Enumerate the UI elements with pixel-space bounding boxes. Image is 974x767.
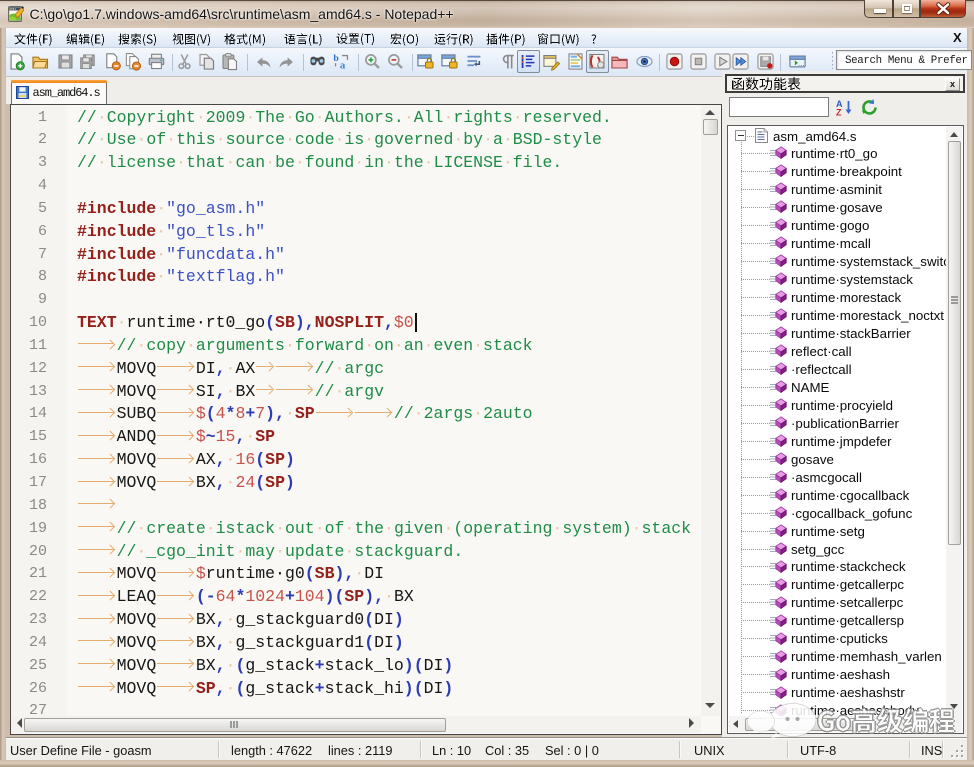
svg-text:a: a (340, 60, 346, 71)
svg-text:...: ... (798, 59, 804, 68)
svg-text:Z: Z (836, 108, 842, 117)
svg-text:b: b (333, 53, 339, 64)
